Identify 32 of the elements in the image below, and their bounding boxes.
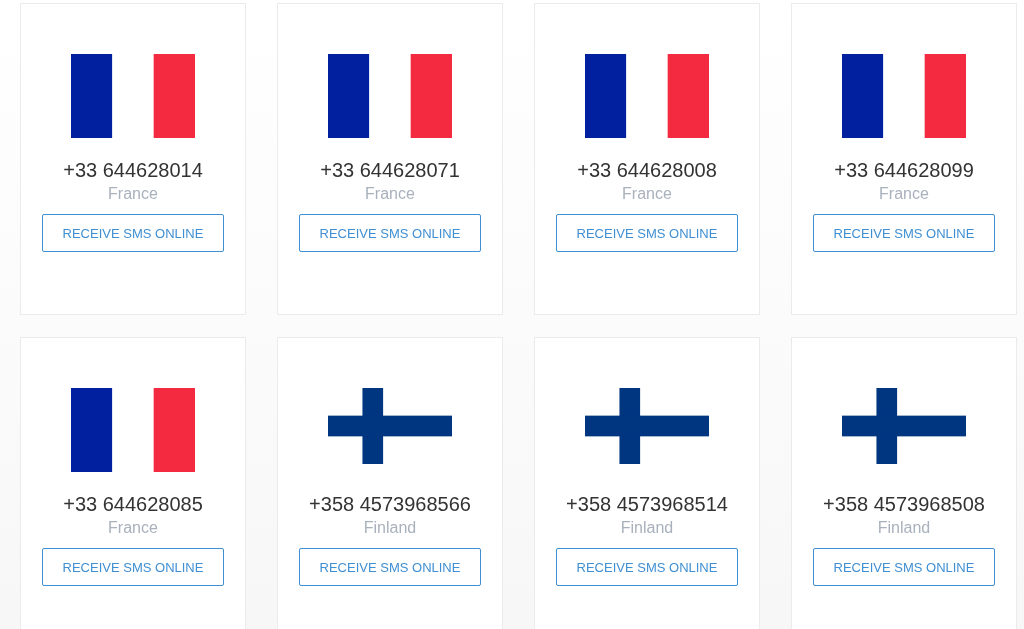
flag-icon xyxy=(585,388,709,464)
receive-sms-button[interactable]: RECEIVE SMS ONLINE xyxy=(813,548,995,586)
flag-icon xyxy=(842,54,966,138)
country-name: France xyxy=(108,184,158,204)
flag-icon xyxy=(328,54,452,138)
country-name: Finland xyxy=(363,518,417,538)
flag-icon xyxy=(585,54,709,138)
receive-sms-button[interactable]: RECEIVE SMS ONLINE xyxy=(42,214,224,252)
receive-sms-button[interactable]: RECEIVE SMS ONLINE xyxy=(556,214,738,252)
country-name: France xyxy=(365,184,415,204)
receive-sms-button[interactable]: RECEIVE SMS ONLINE xyxy=(299,548,481,586)
phone-number: +33 644628099 xyxy=(834,158,974,182)
receive-sms-button[interactable]: RECEIVE SMS ONLINE xyxy=(42,548,224,586)
flag-icon xyxy=(71,388,195,472)
flag-icon xyxy=(328,388,452,464)
country-name: France xyxy=(108,518,158,538)
country-name: Finland xyxy=(877,518,931,538)
phone-number: +33 644628071 xyxy=(320,158,460,182)
phone-number: +358 4573968514 xyxy=(566,492,728,516)
phone-number: +33 644628014 xyxy=(63,158,203,182)
country-name: France xyxy=(622,184,672,204)
flag-icon xyxy=(71,54,195,138)
receive-sms-button[interactable]: RECEIVE SMS ONLINE xyxy=(299,214,481,252)
country-name: Finland xyxy=(620,518,674,538)
receive-sms-button[interactable]: RECEIVE SMS ONLINE xyxy=(813,214,995,252)
receive-sms-button[interactable]: RECEIVE SMS ONLINE xyxy=(556,548,738,586)
country-name: France xyxy=(879,184,929,204)
phone-number: +33 644628008 xyxy=(577,158,717,182)
phone-number: +358 4573968508 xyxy=(823,492,985,516)
phone-number: +33 644628085 xyxy=(63,492,203,516)
phone-number: +358 4573968566 xyxy=(309,492,471,516)
flag-icon xyxy=(842,388,966,464)
